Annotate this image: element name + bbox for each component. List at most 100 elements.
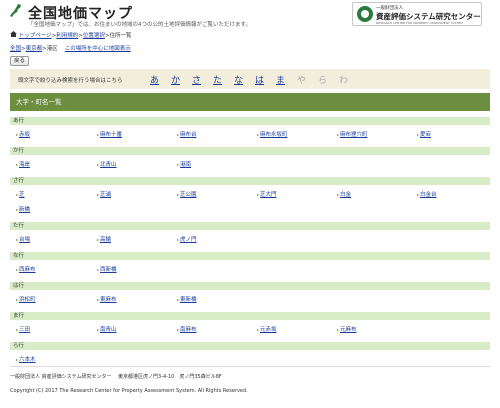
breadcrumb-terms-link[interactable]: 利用規約 [56, 33, 78, 39]
japan-map-logo-icon [10, 4, 21, 17]
town-link[interactable]: 新橋 [19, 207, 30, 213]
bullet-arrow-icon: ▸ [177, 192, 180, 197]
group-header: か行 [10, 147, 490, 155]
town-link[interactable]: 芝公園 [180, 192, 197, 198]
bullet-arrow-icon: ▸ [16, 267, 19, 272]
bullet-arrow-icon: ▸ [16, 327, 19, 332]
group-header: た行 [10, 222, 490, 230]
town-list-item: ▸白金台 [417, 190, 437, 198]
site-header: 全国地価マップ 「全国地価マップ」では、お住まいの地域の4つの公的土地評価情報が… [0, 0, 500, 30]
town-link[interactable]: 東麻布 [100, 297, 117, 303]
area-breadcrumb: 全国>東京都>港区 この場所を中心に地図表示 [10, 46, 131, 52]
town-link[interactable]: 台場 [19, 237, 30, 243]
kana-filter-2[interactable]: さ [192, 73, 201, 86]
town-link[interactable]: 虎ノ門 [180, 237, 197, 243]
town-link[interactable]: 海岸 [19, 162, 30, 168]
kana-filter-0[interactable]: あ [150, 73, 159, 86]
bullet-arrow-icon: ▸ [97, 162, 100, 167]
town-list-item: ▸西麻布 [16, 265, 36, 273]
town-link[interactable]: 北青山 [100, 162, 117, 168]
bullet-arrow-icon: ▸ [16, 297, 19, 302]
group-header: さ行 [10, 177, 490, 185]
town-list-item: ▸白金 [337, 190, 351, 198]
org-emblem-icon [357, 6, 373, 22]
town-list-item: ▸虎ノ門 [177, 235, 197, 243]
bullet-arrow-icon: ▸ [257, 132, 260, 137]
town-link[interactable]: 白金 [340, 192, 351, 198]
town-link[interactable]: 愛宕 [420, 132, 431, 138]
breadcrumb-top-link[interactable]: トップページ [19, 33, 52, 39]
bullet-arrow-icon: ▸ [417, 132, 420, 137]
town-list-item: ▸芝公園 [177, 190, 197, 198]
town-link[interactable]: 六本木 [19, 357, 36, 363]
town-link[interactable]: 三田 [19, 327, 30, 333]
kana-filter-6[interactable]: ま [276, 73, 285, 86]
town-list-item: ▸東麻布 [97, 295, 117, 303]
bullet-arrow-icon: ▸ [257, 327, 260, 332]
town-list-item: ▸赤坂 [16, 130, 30, 138]
town-link[interactable]: 浜松町 [19, 297, 36, 303]
town-list-item: ▸台場 [16, 235, 30, 243]
town-link[interactable]: 芝 [19, 192, 25, 198]
town-list-item: ▸東新橋 [177, 295, 197, 303]
town-link[interactable]: 南青山 [100, 327, 117, 333]
kana-filter-5[interactable]: は [255, 73, 264, 86]
kana-filter-bar: 頭文字で絞り込み検索を行う場合はこちら あかさたなはま や ら わ [10, 69, 490, 89]
bullet-arrow-icon: ▸ [97, 267, 100, 272]
town-link[interactable]: 西麻布 [19, 267, 36, 273]
town-list-item: ▸浜松町 [16, 295, 36, 303]
bullet-arrow-icon: ▸ [337, 327, 340, 332]
org-logo[interactable]: 一般財団法人 資産評価システム研究センター RESEARCH CENTER FO… [352, 2, 482, 26]
org-english-name: RESEARCH CENTER FOR PROPERTY ASSESSMENT … [376, 21, 463, 25]
group-header: は行 [10, 282, 490, 290]
bullet-arrow-icon: ▸ [257, 192, 260, 197]
list-title: 大字・町名一覧 [10, 93, 490, 111]
town-link[interactable]: 麻布台 [180, 132, 197, 138]
town-link[interactable]: 麻布永坂町 [260, 132, 288, 138]
town-list-item: ▸南麻布 [177, 325, 197, 333]
town-link[interactable]: 赤坂 [19, 132, 30, 138]
town-list-item: ▸麻布十番 [97, 130, 122, 138]
kana-filter-1[interactable]: か [171, 73, 180, 86]
group-header: な行 [10, 252, 490, 260]
town-link[interactable]: 高輪 [100, 237, 111, 243]
town-link[interactable]: 西新橋 [100, 267, 117, 273]
town-link[interactable]: 芝大門 [260, 192, 277, 198]
kana-filter-9: わ [339, 76, 349, 86]
bullet-arrow-icon: ▸ [16, 357, 19, 362]
bullet-arrow-icon: ▸ [337, 132, 340, 137]
kana-filter-4[interactable]: な [234, 73, 243, 86]
bullet-arrow-icon: ▸ [97, 132, 100, 137]
breadcrumb-location-link[interactable]: 位置選択 [83, 33, 105, 39]
breadcrumb: トップページ>利用規約>位置選択>住所一覧 [10, 31, 132, 39]
town-link[interactable]: 南麻布 [180, 327, 197, 333]
town-link[interactable]: 元赤坂 [260, 327, 277, 333]
town-link[interactable]: 芝浦 [100, 192, 111, 198]
area-national-link[interactable]: 全国 [10, 46, 21, 52]
town-list-item: ▸芝大門 [257, 190, 277, 198]
town-link[interactable]: 麻布狸穴町 [340, 132, 368, 138]
town-list-item: ▸麻布永坂町 [257, 130, 288, 138]
town-list-item: ▸麻布台 [177, 130, 197, 138]
town-list-item: ▸三田 [16, 325, 30, 333]
back-button[interactable]: 戻る [10, 56, 29, 66]
footer-divider [10, 366, 490, 367]
home-icon [10, 31, 19, 39]
town-list-item: ▸芝浦 [97, 190, 111, 198]
town-link[interactable]: 東新橋 [180, 297, 197, 303]
center-map-link[interactable]: この場所を中心に地図表示 [65, 46, 131, 52]
kana-filter-3[interactable]: た [213, 73, 222, 86]
town-list-item: ▸北青山 [97, 160, 117, 168]
bullet-arrow-icon: ▸ [417, 192, 420, 197]
group-header: ま行 [10, 312, 490, 320]
town-link[interactable]: 白金台 [420, 192, 437, 198]
town-link[interactable]: 麻布十番 [100, 132, 122, 138]
town-list-item: ▸海岸 [16, 160, 30, 168]
area-ward: 港区 [46, 46, 58, 52]
area-prefecture-link[interactable]: 東京都 [26, 46, 43, 52]
town-list-item: ▸港南 [177, 160, 191, 168]
bullet-arrow-icon: ▸ [16, 162, 19, 167]
town-link[interactable]: 港南 [180, 162, 191, 168]
town-link[interactable]: 元麻布 [340, 327, 357, 333]
kana-filter-label: 頭文字で絞り込み検索を行う場合はこちら [18, 78, 123, 84]
